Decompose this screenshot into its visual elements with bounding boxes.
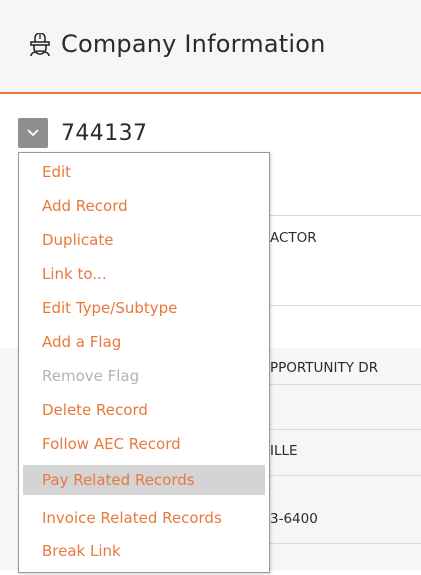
menu-item-duplicate[interactable]: Duplicate: [23, 225, 265, 255]
page-header: Company Information: [0, 0, 421, 94]
record-actions-menu: Edit Add Record Duplicate Link to... Edi…: [18, 152, 270, 573]
menu-item-add-record[interactable]: Add Record: [23, 191, 265, 221]
menu-item-pay-related-records[interactable]: Pay Related Records: [23, 465, 265, 495]
record-actions-dropdown-button[interactable]: [18, 118, 48, 148]
contractor-field-value: ACTOR: [270, 230, 317, 246]
record-id: 744137: [61, 121, 148, 146]
field-divider: [270, 215, 421, 216]
menu-item-edit-type-subtype[interactable]: Edit Type/Subtype: [23, 293, 265, 323]
menu-item-link-to[interactable]: Link to...: [23, 259, 265, 289]
page-title: Company Information: [61, 30, 326, 58]
menu-item-remove-flag: Remove Flag: [42, 367, 140, 385]
phone-field-value: 3-6400: [270, 511, 318, 527]
menu-item-edit[interactable]: Edit: [23, 157, 265, 187]
opportunity-field-value: PPORTUNITY DR: [270, 360, 379, 376]
menu-item-add-flag[interactable]: Add a Flag: [23, 327, 265, 357]
field-divider: [270, 475, 421, 476]
field-divider: [270, 305, 421, 306]
menu-item-break-link[interactable]: Break Link: [23, 536, 265, 566]
menu-item-delete-record[interactable]: Delete Record: [23, 395, 265, 425]
field-divider: [270, 384, 421, 385]
field-divider: [270, 543, 421, 544]
company-building-icon: [29, 32, 51, 57]
city-field-value: ILLE: [270, 443, 298, 459]
chevron-down-icon: [27, 129, 39, 137]
menu-item-follow-aec-record[interactable]: Follow AEC Record: [23, 429, 265, 459]
field-divider: [270, 429, 421, 430]
menu-item-invoice-related-records[interactable]: Invoice Related Records: [23, 503, 265, 533]
